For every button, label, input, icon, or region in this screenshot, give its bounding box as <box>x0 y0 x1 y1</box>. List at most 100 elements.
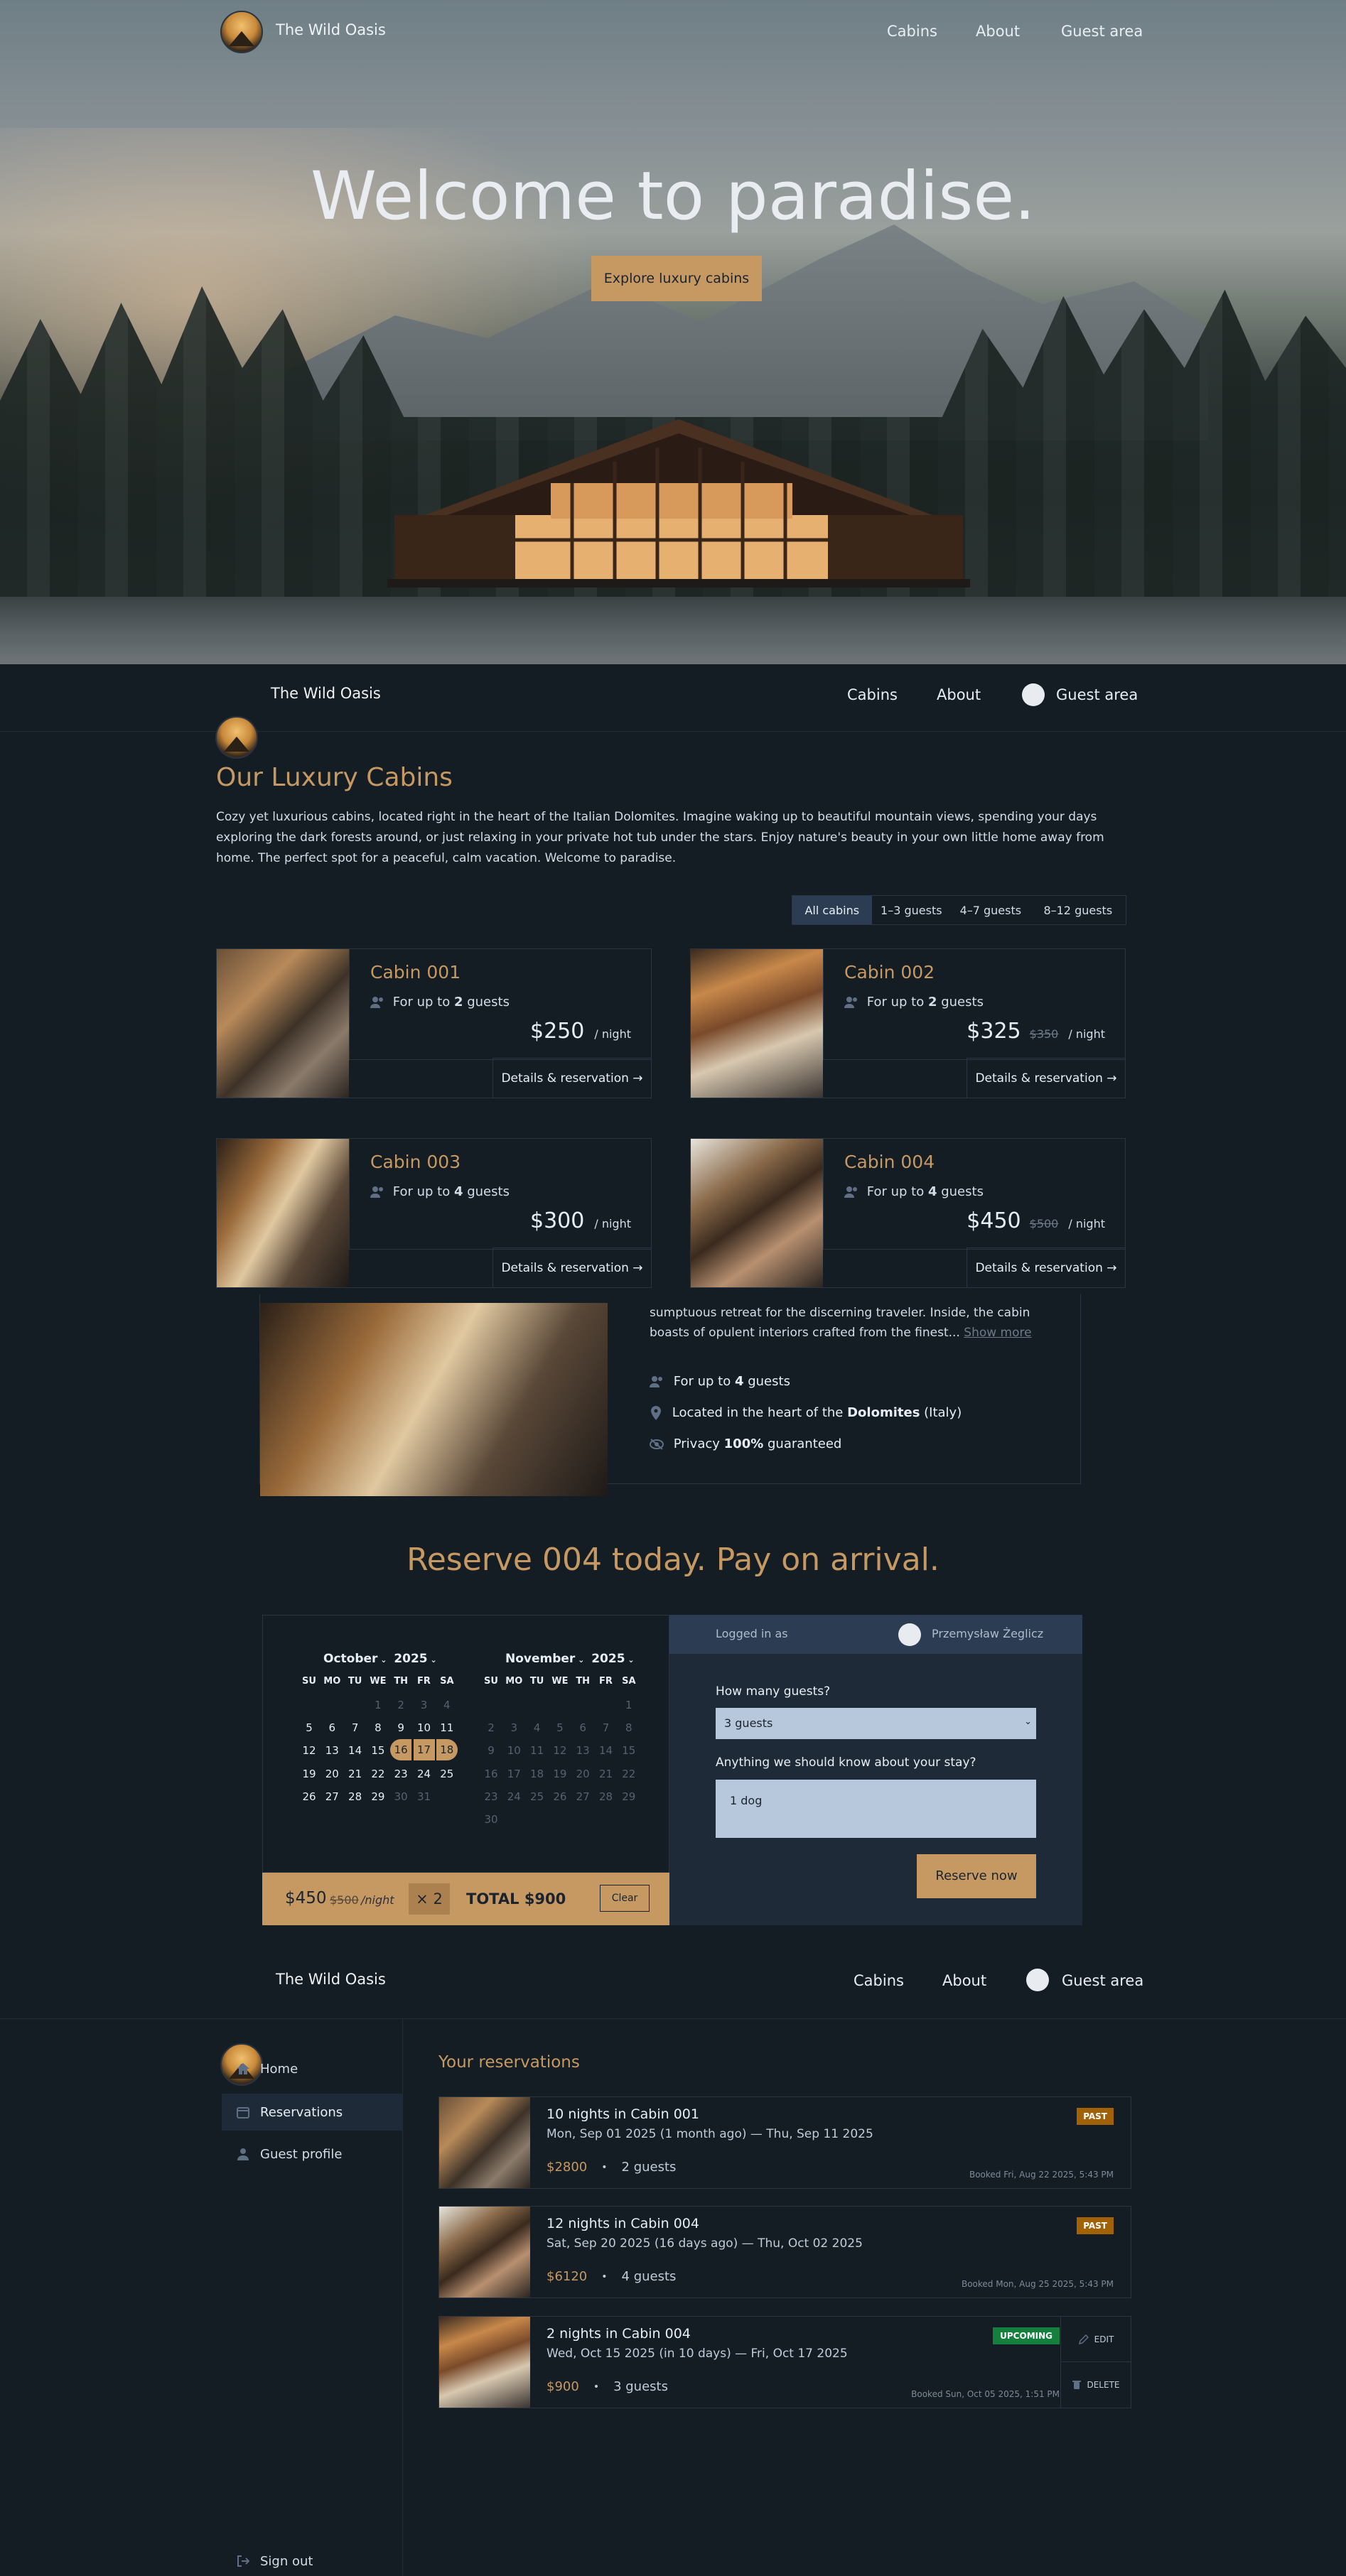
nav-cabins[interactable]: Cabins <box>854 1972 904 1989</box>
filter-8-12[interactable]: 8–12 guests <box>1030 896 1126 924</box>
nav-about[interactable]: About <box>976 23 1020 40</box>
calendar-day[interactable]: 30 <box>480 1813 502 1826</box>
calendar-day[interactable]: 16 <box>390 1739 412 1761</box>
calendar-day[interactable]: 29 <box>367 1790 389 1803</box>
calendar-day[interactable]: 11 <box>436 1721 458 1734</box>
calendar-day[interactable]: 26 <box>298 1790 320 1803</box>
calendar-day[interactable]: 14 <box>345 1744 366 1757</box>
calendar-day[interactable]: 28 <box>596 1790 617 1803</box>
explore-cabins-button[interactable]: Explore luxury cabins <box>591 256 762 301</box>
calendar-day[interactable]: 3 <box>503 1721 524 1734</box>
calendar-day[interactable]: 17 <box>503 1768 524 1780</box>
calendar-day[interactable]: 2 <box>390 1699 411 1711</box>
calendar-day[interactable]: 13 <box>572 1744 593 1757</box>
calendar-day[interactable]: 4 <box>436 1699 458 1711</box>
sidebar-item-home[interactable]: Home <box>222 2057 402 2081</box>
calendar-day[interactable]: 18 <box>436 1739 458 1761</box>
calendar-day[interactable]: 8 <box>367 1721 389 1734</box>
month-select[interactable]: November <box>505 1652 575 1666</box>
guests-select[interactable]: 3 guests ⌄ <box>716 1708 1036 1739</box>
nav-cabins[interactable]: Cabins <box>847 686 898 703</box>
calendar-day[interactable]: 31 <box>414 1790 435 1803</box>
filter-1-3[interactable]: 1–3 guests <box>872 896 952 924</box>
calendar-day[interactable]: 12 <box>298 1744 320 1757</box>
edit-button[interactable]: EDIT <box>1061 2317 1131 2362</box>
calendar-month-header[interactable]: October ⌄ 2025 ⌄ <box>323 1652 437 1666</box>
details-reservation-link[interactable]: Details & reservation → <box>967 1058 1125 1098</box>
calendar-day[interactable]: 1 <box>367 1699 389 1711</box>
calendar-day[interactable]: 21 <box>345 1768 366 1780</box>
reserve-now-button[interactable]: Reserve now <box>917 1854 1036 1898</box>
sidebar-item-reservations[interactable]: Reservations <box>222 2094 402 2131</box>
year-select[interactable]: 2025 <box>591 1652 625 1666</box>
calendar-day[interactable]: 30 <box>390 1790 411 1803</box>
nav-cabins[interactable]: Cabins <box>887 23 937 40</box>
nav-about[interactable]: About <box>937 686 981 703</box>
calendar-day[interactable]: 19 <box>549 1768 571 1780</box>
calendar-day[interactable]: 4 <box>527 1721 548 1734</box>
sidebar-item-guest-profile[interactable]: Guest profile <box>222 2142 402 2166</box>
brand-name[interactable]: The Wild Oasis <box>276 1971 386 1988</box>
avatar[interactable] <box>1022 683 1045 706</box>
calendar-day[interactable]: 25 <box>436 1768 458 1780</box>
show-more-link[interactable]: Show more <box>964 1326 1031 1340</box>
calendar-day[interactable]: 20 <box>572 1768 593 1780</box>
calendar-day[interactable]: 11 <box>527 1744 548 1757</box>
nav-guest-area[interactable]: Guest area <box>1061 23 1143 40</box>
calendar-day[interactable]: 18 <box>527 1768 548 1780</box>
nav-guest-area[interactable]: Guest area <box>1062 1972 1143 1989</box>
logo-icon[interactable] <box>215 716 258 759</box>
calendar-day[interactable]: 19 <box>298 1768 320 1780</box>
calendar-day[interactable]: 7 <box>596 1721 617 1734</box>
details-reservation-link[interactable]: Details & reservation → <box>967 1248 1125 1287</box>
calendar-day[interactable]: 3 <box>414 1699 435 1711</box>
calendar-day[interactable]: 17 <box>413 1739 435 1761</box>
calendar-day[interactable]: 20 <box>321 1768 343 1780</box>
details-reservation-link[interactable]: Details & reservation → <box>492 1248 651 1287</box>
calendar-day[interactable]: 14 <box>596 1744 617 1757</box>
month-select[interactable]: October <box>323 1652 377 1666</box>
calendar-day[interactable]: 7 <box>345 1721 366 1734</box>
calendar-day[interactable]: 9 <box>390 1721 411 1734</box>
calendar-day[interactable]: 26 <box>549 1790 571 1803</box>
calendar-month-header[interactable]: November ⌄ 2025 ⌄ <box>505 1652 635 1666</box>
calendar-day[interactable]: 23 <box>480 1790 502 1803</box>
calendar-day[interactable]: 21 <box>596 1768 617 1780</box>
calendar-day[interactable]: 22 <box>367 1768 389 1780</box>
details-reservation-link[interactable]: Details & reservation → <box>492 1058 651 1098</box>
calendar-day[interactable]: 24 <box>414 1768 435 1780</box>
avatar[interactable] <box>1026 1969 1049 1991</box>
calendar-day[interactable]: 6 <box>572 1721 593 1734</box>
calendar-day[interactable]: 25 <box>527 1790 548 1803</box>
year-select[interactable]: 2025 <box>394 1652 427 1666</box>
calendar-day[interactable]: 1 <box>618 1699 640 1711</box>
sign-out-button[interactable]: Sign out <box>222 2549 402 2573</box>
calendar-day[interactable]: 28 <box>345 1790 366 1803</box>
calendar-day[interactable]: 15 <box>367 1744 389 1757</box>
brand-name[interactable]: The Wild Oasis <box>271 685 381 702</box>
clear-button[interactable]: Clear <box>600 1885 650 1912</box>
calendar-day[interactable]: 16 <box>480 1768 502 1780</box>
nav-about[interactable]: About <box>942 1972 986 1989</box>
calendar-day[interactable]: 27 <box>572 1790 593 1803</box>
calendar-day[interactable]: 27 <box>321 1790 343 1803</box>
calendar-day[interactable]: 10 <box>503 1744 524 1757</box>
filter-4-7[interactable]: 4–7 guests <box>951 896 1030 924</box>
calendar-day[interactable]: 29 <box>618 1790 640 1803</box>
notes-textarea[interactable]: 1 dog <box>716 1780 1036 1838</box>
calendar-day[interactable]: 5 <box>549 1721 571 1734</box>
logo-icon[interactable] <box>220 11 263 53</box>
calendar-day[interactable]: 5 <box>298 1721 320 1734</box>
brand-name[interactable]: The Wild Oasis <box>276 21 386 38</box>
calendar-day[interactable]: 15 <box>618 1744 640 1757</box>
calendar-day[interactable]: 22 <box>618 1768 640 1780</box>
calendar-day[interactable]: 8 <box>618 1721 640 1734</box>
calendar-day[interactable]: 2 <box>480 1721 502 1734</box>
calendar-day[interactable]: 6 <box>321 1721 343 1734</box>
calendar-day[interactable]: 24 <box>503 1790 524 1803</box>
delete-button[interactable]: DELETE <box>1061 2362 1131 2408</box>
filter-all[interactable]: All cabins <box>792 896 872 924</box>
calendar-day[interactable]: 13 <box>321 1744 343 1757</box>
calendar-day[interactable]: 12 <box>549 1744 571 1757</box>
nav-guest-area[interactable]: Guest area <box>1056 686 1138 703</box>
